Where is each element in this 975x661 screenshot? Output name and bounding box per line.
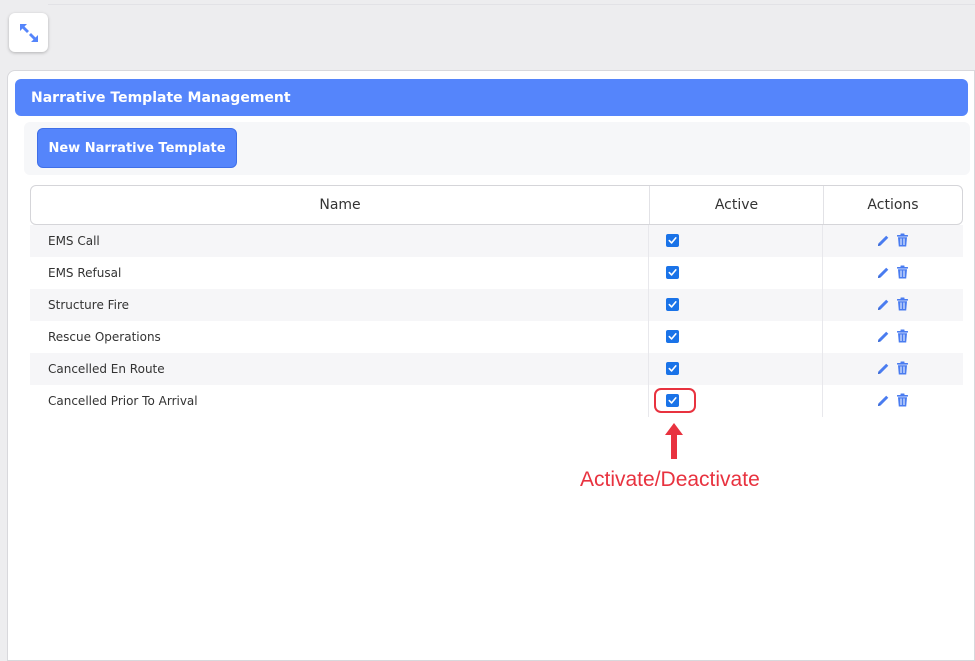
- column-header-active[interactable]: Active: [649, 186, 823, 224]
- active-checkbox[interactable]: [666, 362, 679, 375]
- annotation-highlight: [654, 388, 696, 413]
- template-name-cell: EMS Refusal: [48, 266, 122, 280]
- table-row: Rescue Operations: [30, 321, 963, 353]
- grid-header: Name Active Actions: [30, 185, 963, 225]
- template-grid: Name Active Actions EMS Call EMS Refusal S…: [30, 185, 963, 417]
- active-checkbox[interactable]: [666, 234, 679, 247]
- checkmark-icon: [668, 333, 677, 340]
- template-name-cell: Cancelled En Route: [48, 362, 165, 376]
- pencil-icon[interactable]: [877, 296, 890, 315]
- active-checkbox[interactable]: [666, 266, 679, 279]
- annotation-label: Activate/Deactivate: [580, 468, 760, 491]
- template-name-cell: Structure Fire: [48, 298, 130, 312]
- pencil-icon[interactable]: [877, 392, 890, 411]
- template-panel: Narrative Template Management New Narrat…: [7, 70, 975, 661]
- toolbar: New Narrative Template: [24, 122, 970, 175]
- checkmark-icon: [668, 269, 677, 276]
- trash-icon[interactable]: [896, 392, 909, 411]
- table-row: EMS Call: [30, 225, 963, 257]
- active-cell: [648, 385, 822, 417]
- table-row: Cancelled En Route: [30, 353, 963, 385]
- checkmark-icon: [668, 237, 677, 244]
- trash-icon[interactable]: [896, 296, 909, 315]
- table-row: Cancelled Prior To Arrival: [30, 385, 963, 417]
- actions-cell: [822, 385, 963, 417]
- active-checkbox[interactable]: [666, 330, 679, 343]
- actions-cell: [822, 225, 963, 257]
- pencil-icon[interactable]: [877, 328, 890, 347]
- active-cell: [648, 353, 822, 385]
- pencil-icon[interactable]: [877, 264, 890, 283]
- actions-cell: [822, 321, 963, 353]
- template-name-cell: Rescue Operations: [48, 330, 161, 344]
- trash-icon[interactable]: [896, 360, 909, 379]
- checkmark-icon: [668, 301, 677, 308]
- grid-body: EMS Call EMS Refusal Structure Fire Rescue …: [30, 225, 963, 417]
- trash-icon[interactable]: [896, 328, 909, 347]
- actions-cell: [822, 289, 963, 321]
- expand-icon: [19, 23, 38, 42]
- trash-icon[interactable]: [896, 232, 909, 251]
- active-cell: [648, 225, 822, 257]
- table-row: EMS Refusal: [30, 257, 963, 289]
- template-name-cell: EMS Call: [48, 234, 100, 248]
- panel-title: Narrative Template Management: [15, 79, 968, 116]
- actions-cell: [822, 353, 963, 385]
- column-header-name[interactable]: Name: [31, 186, 649, 224]
- template-name-cell: Cancelled Prior To Arrival: [48, 394, 198, 408]
- table-row: Structure Fire: [30, 289, 963, 321]
- active-cell: [648, 257, 822, 289]
- actions-cell: [822, 257, 963, 289]
- checkmark-icon: [668, 365, 677, 372]
- pencil-icon[interactable]: [877, 232, 890, 251]
- active-cell: [648, 289, 822, 321]
- column-header-actions: Actions: [823, 186, 962, 224]
- active-cell: [648, 321, 822, 353]
- active-checkbox[interactable]: [666, 298, 679, 311]
- expand-button[interactable]: [9, 13, 48, 52]
- pencil-icon[interactable]: [877, 360, 890, 379]
- new-template-button[interactable]: New Narrative Template: [37, 128, 237, 168]
- annotation-arrow: [665, 423, 683, 459]
- top-divider: [48, 4, 975, 5]
- trash-icon[interactable]: [896, 264, 909, 283]
